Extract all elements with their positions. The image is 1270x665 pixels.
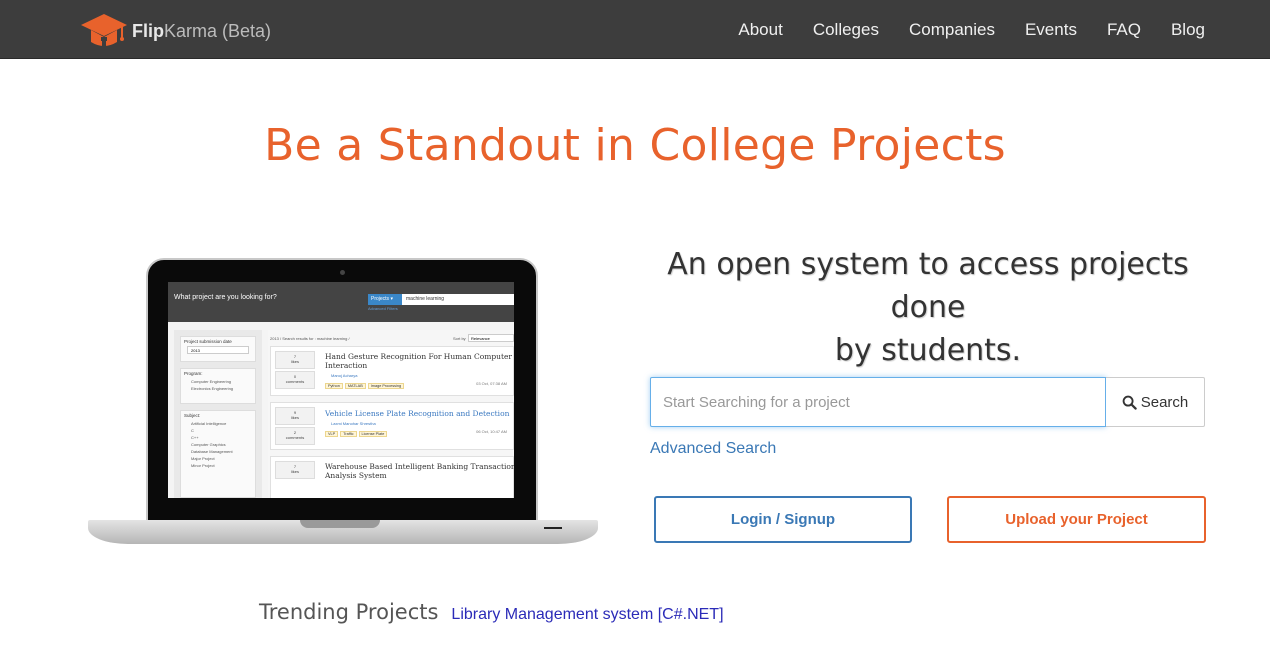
screen-result-date: 06 Oct, 10:47 AM [476, 429, 507, 434]
screen-likes-box: 7 likes [275, 461, 315, 479]
screen-likes-box: 9 likes [275, 407, 315, 425]
screen-result-card: 7 likes 0 comments Hand Gesture Recognitio… [270, 346, 514, 396]
screen-tag: License Plate [358, 431, 388, 437]
screen-subject-option: C++ [191, 435, 199, 440]
screen-result-tags: VLP Traffic License Plate [325, 431, 388, 437]
search-button[interactable]: Search [1106, 377, 1205, 427]
laptop-screen: What project are you looking for? Projec… [168, 282, 514, 498]
upload-project-button[interactable]: Upload your Project [947, 496, 1206, 543]
screen-result-title: Vehicle License Plate Recognition and De… [325, 409, 510, 418]
laptop-illustration: What project are you looking for? Projec… [88, 258, 598, 550]
screen-breadcrumb: 2013 / Search results for : machine lear… [270, 336, 350, 341]
screen-tag: MATLAB [344, 383, 366, 389]
screen-advanced-link: Advanced Filters [368, 306, 398, 311]
screen-subject-option: Computer Graphics [191, 442, 226, 447]
screen-sort-label: Sort by [453, 336, 466, 341]
screen-result-date: 03 Oct, 07:38 AM [476, 381, 507, 386]
laptop-led [544, 527, 562, 529]
screen-result-card: 9 likes 2 comments Vehicle License Plate R… [270, 402, 514, 450]
screen-subject-option: Major Project [191, 456, 215, 461]
screen-results-area: 2013 / Search results for : machine lear… [268, 330, 514, 498]
screen-program-option: Computer Engineering [191, 379, 232, 384]
nav-link-about[interactable]: About [738, 20, 782, 40]
screen-tag: Python [325, 383, 343, 389]
screen-result-author: Manoj Acharya [331, 373, 358, 378]
screen-subject-option: C [191, 428, 194, 433]
screen-filter-sidebar: Project submission date 2013 Program: Co… [174, 330, 262, 498]
screen-date-label: Project submission date [184, 339, 232, 344]
screen-result-card: 7 likes Warehouse Based Intelligent Banki… [270, 456, 514, 498]
graduation-cap-logo-icon [81, 14, 127, 48]
screen-subject-label: Subject: [184, 413, 201, 418]
laptop-lid: What project are you looking for? Projec… [146, 258, 538, 523]
screen-header: What project are you looking for? Projec… [168, 282, 514, 322]
screen-result-title: Hand Gesture Recognition For Human Compu… [325, 352, 513, 361]
laptop-camera [340, 270, 345, 275]
screen-date-filter: Project submission date 2013 [180, 336, 256, 362]
screen-result-author: Laxmi Manohar Shrestha [331, 421, 376, 426]
screen-sort-select: Relevance [468, 334, 514, 342]
trending-projects: Trending Projects Library Management sys… [259, 600, 724, 624]
trending-project-link[interactable]: Library Management system [C#.NET] [451, 606, 723, 624]
screen-program-filter: Program: Computer Engineering Electronic… [180, 368, 256, 404]
search-button-label: Search [1140, 393, 1189, 411]
screen-search-bar: Projects ▾ machine learning [368, 294, 514, 305]
login-signup-button[interactable]: Login / Signup [654, 496, 912, 543]
screen-tag: Traffic [340, 431, 357, 437]
screen-result-tags: Python MATLAB Image Processing [325, 383, 405, 389]
screen-result-title-line2: Interaction [325, 361, 368, 370]
screen-search-term: machine learning [406, 296, 445, 302]
brand-home-link[interactable]: FlipKarma (Beta) [80, 12, 271, 50]
top-navbar: FlipKarma (Beta) About Colleges Companie… [0, 0, 1270, 59]
brand-name: FlipKarma (Beta) [132, 20, 272, 41]
screen-result-title-line2: Analysis System [325, 471, 387, 480]
nav-link-events[interactable]: Events [1025, 20, 1077, 40]
screen-program-option: Electronics Engineering [191, 386, 234, 391]
hero-title: Be a Standout in College Projects [264, 120, 1006, 171]
nav-link-blog[interactable]: Blog [1171, 20, 1205, 40]
screen-question: What project are you looking for? [174, 294, 277, 301]
screen-subject-filter: Subject: Artificial Intelligence C C++ C… [180, 410, 256, 498]
nav-menu: About Colleges Companies Events FAQ Blog [708, 0, 1205, 59]
screen-subject-option: Artificial Intelligence [191, 421, 227, 426]
nav-link-companies[interactable]: Companies [909, 20, 995, 40]
screen-tag: Image Processing [367, 383, 405, 389]
search-icon [1122, 395, 1137, 410]
screen-tag: VLP [325, 431, 339, 437]
screen-result-title: Warehouse Based Intelligent Banking Tran… [325, 462, 514, 471]
trending-label: Trending Projects [259, 600, 439, 624]
screen-comments-box: 2 comments [275, 427, 315, 445]
laptop-notch [300, 520, 380, 528]
hero-tagline: An open system to access projects done b… [667, 247, 1189, 368]
screen-subject-option: Database Management [191, 449, 233, 454]
screen-program-label: Program: [184, 371, 203, 376]
screen-date-select: 2013 [187, 346, 249, 354]
screen-subject-option: Minor Project [191, 463, 215, 468]
screen-comments-box: 0 comments [275, 371, 315, 389]
search-bar: Search [650, 377, 1205, 427]
screen-projects-button: Projects ▾ [368, 294, 402, 305]
screen-likes-box: 7 likes [275, 351, 315, 369]
nav-link-faq[interactable]: FAQ [1107, 20, 1141, 40]
nav-link-colleges[interactable]: Colleges [813, 20, 879, 40]
advanced-search-link[interactable]: Advanced Search [650, 440, 776, 458]
project-search-input[interactable] [650, 377, 1106, 427]
